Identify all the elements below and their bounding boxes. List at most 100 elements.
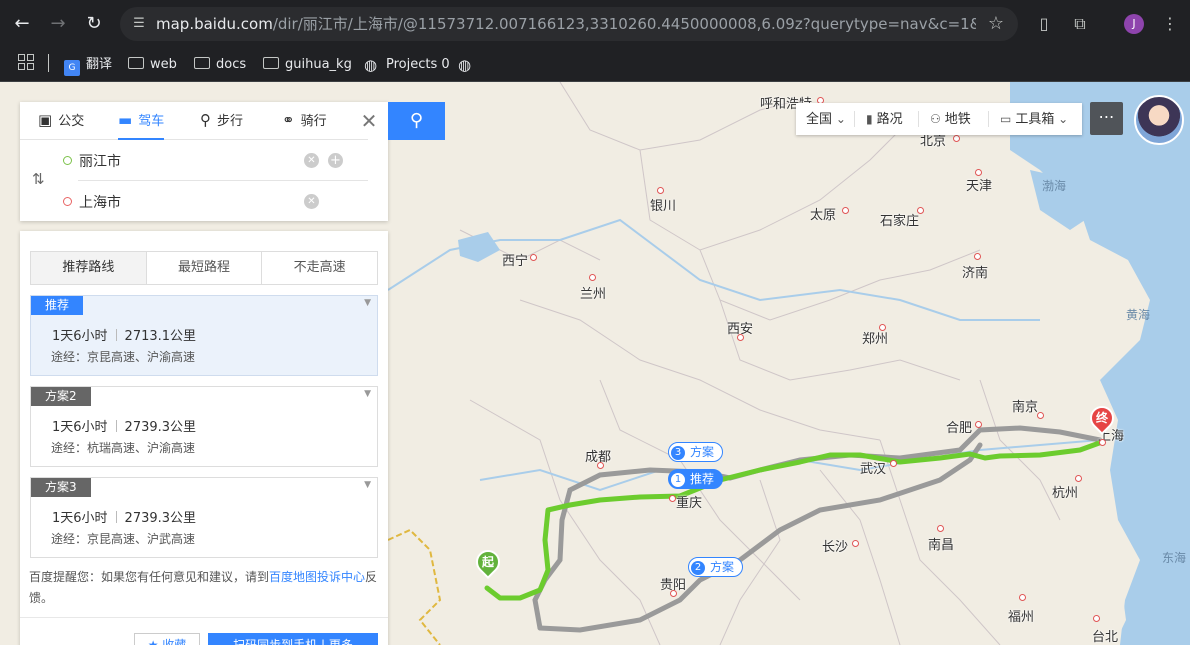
chevron-down-icon: ⌄: [1054, 112, 1069, 126]
browser-toolbar: ← → ↻ ☰ map.baidu.com/dir/丽江市/上海市/@11573…: [0, 0, 1190, 48]
travel-mode-tabs: ▣ 公交 ▬ 驾车 ⚲ 步行 ⚭ 骑行: [20, 102, 368, 140]
traffic-button[interactable]: ▮ 路况: [866, 103, 903, 135]
city-label[interactable]: 南京: [1012, 396, 1038, 415]
city-dot: [530, 254, 537, 261]
sea-label: 黄海: [1126, 308, 1151, 322]
bookmark-projects[interactable]: ◍ Projects 0: [364, 54, 450, 76]
toolbox-icon: ▭: [1000, 112, 1012, 126]
chevron-down-icon[interactable]: ▼: [364, 389, 371, 399]
apps-icon[interactable]: [18, 54, 34, 70]
city-label[interactable]: 合肥: [946, 417, 972, 436]
tab-shortest[interactable]: 最短路程: [145, 252, 262, 284]
plan-badge: 方案2: [31, 387, 91, 406]
feedback-notice: 百度提醒您：如果您有任何意见和建议，请到百度地图投诉中心反馈。: [29, 570, 378, 605]
route-tag-2[interactable]: 2 方案: [688, 557, 744, 577]
forward-icon[interactable]: →: [46, 12, 70, 36]
bookmarks-divider: [48, 54, 49, 72]
city-label[interactable]: 天津: [966, 175, 992, 194]
panel-divider: [20, 617, 388, 618]
back-icon[interactable]: ←: [10, 12, 34, 36]
tab-no-highway[interactable]: 不走高速: [261, 252, 378, 284]
mode-bus[interactable]: ▣ 公交: [38, 102, 84, 140]
route-tag-3[interactable]: 3 方案: [668, 442, 724, 462]
start-marker[interactable]: 起: [471, 545, 505, 580]
add-waypoint-icon[interactable]: +: [328, 153, 343, 168]
region-selector[interactable]: 全国 ⌄: [806, 103, 850, 135]
city-dot: [1019, 594, 1026, 601]
city-label[interactable]: 西宁: [502, 250, 528, 269]
bookmark-guihua-kg[interactable]: guihua_kg: [263, 54, 352, 76]
city-dot: [597, 462, 604, 469]
bookmark-globe[interactable]: ◍: [458, 54, 480, 76]
city-label[interactable]: 杭州: [1052, 482, 1078, 501]
city-dot: [852, 540, 859, 547]
site-info-icon[interactable]: ☰: [130, 15, 148, 33]
origin-field[interactable]: 丽江市 ✕ +: [58, 142, 348, 178]
bookmark-star-icon[interactable]: ☆: [988, 13, 1004, 35]
globe-icon: ◍: [458, 56, 472, 74]
bookmark-translate[interactable]: G 翻译: [64, 54, 112, 76]
complaint-center-link[interactable]: 百度地图投诉中心: [269, 570, 365, 584]
profile-avatar[interactable]: J: [1124, 14, 1144, 34]
city-dot: [1075, 475, 1082, 482]
chevron-down-icon[interactable]: ▼: [364, 298, 371, 308]
city-label[interactable]: 福州: [1008, 606, 1034, 625]
route-plan-3[interactable]: 方案3 ▼ 1天6小时 2739.3公里 途经：京昆高速、沪武高速: [30, 477, 378, 558]
city-dot: [1037, 412, 1044, 419]
tab-recommended[interactable]: 推荐路线: [31, 252, 146, 284]
page-icon[interactable]: ▯: [1032, 12, 1056, 36]
plan-stats: 1天6小时 2739.3公里: [52, 511, 197, 526]
route-plan-2[interactable]: 方案2 ▼ 1天6小时 2739.3公里 途经：杭瑞高速、沪渝高速: [30, 386, 378, 467]
plan-stats: 1天6小时 2739.3公里: [52, 420, 197, 435]
bookmark-web[interactable]: web: [128, 54, 177, 76]
send-to-phone-button[interactable]: 扫码同步到手机 | 更多: [208, 633, 378, 645]
menu-icon[interactable]: ⋮: [1158, 12, 1182, 36]
city-label[interactable]: 武汉: [860, 458, 886, 477]
favorite-button[interactable]: ★ 收藏: [134, 633, 200, 645]
mode-bike[interactable]: ⚭ 骑行: [282, 102, 327, 140]
field-divider: [78, 180, 368, 181]
city-label[interactable]: 南昌: [928, 534, 954, 553]
search-button[interactable]: ⚲: [388, 102, 445, 140]
url-text[interactable]: map.baidu.com/dir/丽江市/上海市/@11573712.0071…: [156, 14, 976, 34]
city-label[interactable]: 济南: [962, 262, 988, 281]
subway-button[interactable]: ⚇ 地铁: [930, 103, 971, 135]
route-tag-1[interactable]: 1 推荐: [668, 469, 724, 489]
city-label[interactable]: 石家庄: [880, 210, 919, 229]
globe-icon: ◍: [364, 56, 378, 74]
swap-icon[interactable]: ⇅: [32, 170, 48, 190]
user-avatar[interactable]: [1134, 95, 1184, 145]
city-label[interactable]: 重庆: [676, 492, 702, 511]
chevron-down-icon[interactable]: ▼: [364, 480, 371, 490]
city-dot: [953, 135, 960, 142]
translate-icon: G: [64, 60, 80, 76]
city-dot: [879, 324, 886, 331]
address-bar[interactable]: ☰ map.baidu.com/dir/丽江市/上海市/@11573712.00…: [120, 7, 1018, 41]
toolbox-button[interactable]: ▭ 工具箱 ⌄: [1000, 103, 1072, 135]
origin-dot-icon: [63, 156, 72, 165]
reload-icon[interactable]: ↻: [82, 12, 106, 36]
folder-icon: [263, 57, 279, 69]
clear-origin-icon[interactable]: ✕: [304, 153, 319, 168]
city-label[interactable]: 银川: [650, 195, 676, 214]
bookmark-docs[interactable]: docs: [194, 54, 246, 76]
clear-destination-icon[interactable]: ✕: [304, 194, 319, 209]
bookmarks-bar: G 翻译 web docs guihua_kg ◍ Projects 0 ◍: [0, 48, 1190, 82]
mode-drive[interactable]: ▬ 驾车: [118, 102, 165, 140]
route-plan-1[interactable]: 推荐 ▼ 1天6小时 2713.1公里 途经：京昆高速、沪渝高速: [30, 295, 378, 376]
route-search-panel: ▣ 公交 ▬ 驾车 ⚲ 步行 ⚭ 骑行 ✕ ⇅ 丽江市 ✕ + 上海市 ✕: [20, 102, 388, 221]
bike-icon: ⚭: [282, 111, 295, 129]
mode-walk[interactable]: ⚲ 步行: [200, 102, 243, 140]
feedback-icon[interactable]: ⋯: [1090, 102, 1123, 135]
destination-field[interactable]: 上海市 ✕: [58, 183, 348, 219]
end-marker[interactable]: 终: [1085, 401, 1119, 436]
close-icon[interactable]: ✕: [358, 110, 380, 132]
city-label[interactable]: 郑州: [862, 328, 888, 347]
city-label[interactable]: 台北: [1092, 626, 1118, 645]
city-label[interactable]: 长沙: [822, 536, 848, 555]
city-dot: [657, 187, 664, 194]
city-label[interactable]: 兰州: [580, 283, 606, 302]
city-dot: [1093, 615, 1100, 622]
extensions-icon[interactable]: ⧉: [1068, 12, 1092, 36]
city-label[interactable]: 太原: [810, 204, 836, 223]
